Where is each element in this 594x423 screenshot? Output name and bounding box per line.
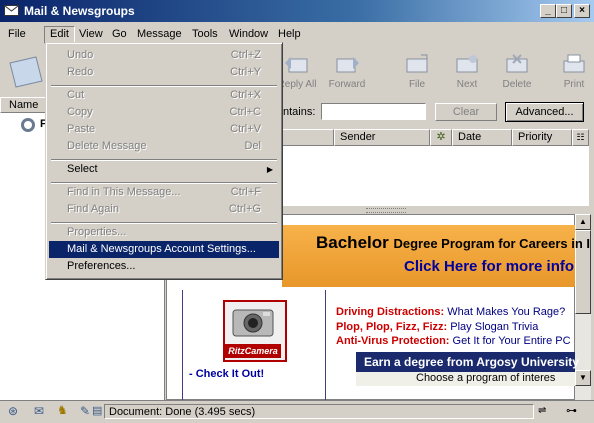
menu-file[interactable]: File (3, 26, 31, 42)
chat-icon[interactable]: ♞ (57, 403, 68, 417)
mail-app-icon (4, 5, 19, 16)
argosy-headline: Earn a degree from Argosy University (364, 355, 579, 369)
delete-button[interactable]: Delete (488, 45, 546, 97)
minimize-button[interactable]: _ (540, 4, 556, 18)
banner-link[interactable]: Click Here for more info (404, 258, 574, 275)
camera-brand-label: RitzCamera (225, 344, 281, 358)
navigator-icon[interactable]: ⊛ (8, 404, 18, 418)
menu-item-copy[interactable]: Copy Ctrl+C (49, 104, 279, 121)
menu-item-redo[interactable]: Redo Ctrl+Y (49, 64, 279, 81)
date-column-header[interactable]: Date (452, 129, 512, 146)
forward-icon (336, 57, 359, 73)
search-input[interactable] (321, 103, 426, 120)
name-column-header[interactable]: Name (0, 97, 46, 113)
get-mail-icon[interactable] (6, 51, 46, 91)
next-icon (456, 55, 478, 73)
submenu-arrow-icon: ▶ (266, 165, 273, 174)
status-bar: ⊛ ✉ ♞ ✎ ▤ Document: Done (3.495 secs) ⇌ … (0, 400, 594, 423)
ad-banner[interactable]: Bachelor Degree Program for Careers in I… (282, 225, 590, 287)
junk-column-header[interactable]: ✲ (430, 129, 452, 146)
banner-headline: Bachelor Degree Program for Careers in I (316, 233, 591, 252)
file-icon (406, 54, 428, 73)
menu-item-cut[interactable]: Cut Ctrl+X (49, 87, 279, 104)
menu-go[interactable]: Go (107, 26, 132, 42)
argosy-subline: Choose a program of interes (356, 372, 575, 386)
sender-column-header[interactable]: Sender (334, 129, 430, 146)
menu-item-delete-message[interactable]: Delete Message Del (49, 138, 279, 155)
print-icon (563, 54, 585, 73)
menu-tools[interactable]: Tools (187, 26, 223, 42)
security-icon[interactable]: ⊶ (566, 404, 577, 417)
ad-line-3[interactable]: Anti-Virus Protection: Get It for Your E… (336, 335, 571, 347)
clear-button[interactable]: Clear (435, 103, 497, 121)
reply-all-icon (285, 57, 308, 73)
menu-item-paste[interactable]: Paste Ctrl+V (49, 121, 279, 138)
menu-item-preferences[interactable]: Preferences... (49, 258, 279, 275)
menu-help[interactable]: Help (273, 26, 306, 42)
menu-item-find-in-message[interactable]: Find in This Message... Ctrl+F (49, 184, 279, 201)
menu-item-select[interactable]: Select ▶ (49, 161, 279, 178)
menu-message[interactable]: Message (132, 26, 187, 42)
argosy-ad[interactable]: Earn a degree from Argosy University Cho… (356, 352, 579, 386)
account-icon (21, 118, 35, 132)
scroll-up-button[interactable]: ▲ (575, 214, 591, 230)
online-status-icon[interactable]: ⇌ (538, 405, 546, 416)
address-book-icon[interactable]: ▤ (92, 404, 102, 417)
camera-icon (232, 309, 274, 337)
menu-item-find-again[interactable]: Find Again Ctrl+G (49, 201, 279, 218)
window-title: Mail & Newsgroups (24, 4, 135, 18)
close-button[interactable]: × (574, 4, 590, 18)
print-button[interactable]: Print (545, 45, 594, 97)
ad-camera-panel[interactable]: RitzCamera - Check It Out! (182, 290, 326, 401)
forward-button[interactable]: Forward (318, 45, 376, 97)
menu-view[interactable]: View (74, 26, 108, 42)
column-picker-icon: ☷ (576, 132, 585, 142)
menu-item-undo[interactable]: Undo Ctrl+Z (49, 47, 279, 64)
camera-image[interactable]: RitzCamera (223, 300, 287, 362)
menu-item-account-settings[interactable]: Mail & Newsgroups Account Settings... (49, 241, 279, 258)
maximize-button[interactable]: □ (556, 4, 572, 18)
check-it-out-link[interactable]: - Check It Out! (189, 368, 264, 380)
delete-icon (506, 54, 528, 73)
junk-status-icon: ✲ (436, 131, 446, 143)
ad-line-2[interactable]: Plop, Plop, Fizz, Fizz: Play Slogan Triv… (336, 321, 538, 333)
menu-item-properties[interactable]: Properties... (49, 224, 279, 241)
mail-icon[interactable]: ✉ (34, 404, 44, 418)
priority-column-header[interactable]: Priority (512, 129, 572, 146)
title-bar[interactable]: Mail & Newsgroups _ □ × (0, 0, 594, 22)
menu-window[interactable]: Window (224, 26, 273, 42)
search-label: ntains: (283, 106, 316, 118)
thread-column-header[interactable] (282, 129, 334, 146)
edit-menu-dropdown: Undo Ctrl+Z Redo Ctrl+Y Cut Ctrl+X Copy Ctrl… (45, 42, 283, 280)
scroll-down-button[interactable]: ▼ (575, 370, 591, 386)
advanced-button[interactable]: Advanced... (505, 102, 584, 122)
ad-line-1[interactable]: Driving Distractions: What Makes You Rag… (336, 306, 565, 318)
thread-pane[interactable] (282, 146, 589, 206)
splitter-grip-icon (366, 208, 406, 213)
column-picker-button[interactable]: ☷ (572, 129, 589, 146)
status-text: Document: Done (3.495 secs) (104, 404, 534, 419)
menu-bar: File Edit View Go Message Tools Window H… (0, 24, 594, 44)
composer-icon[interactable]: ✎ (80, 404, 90, 418)
